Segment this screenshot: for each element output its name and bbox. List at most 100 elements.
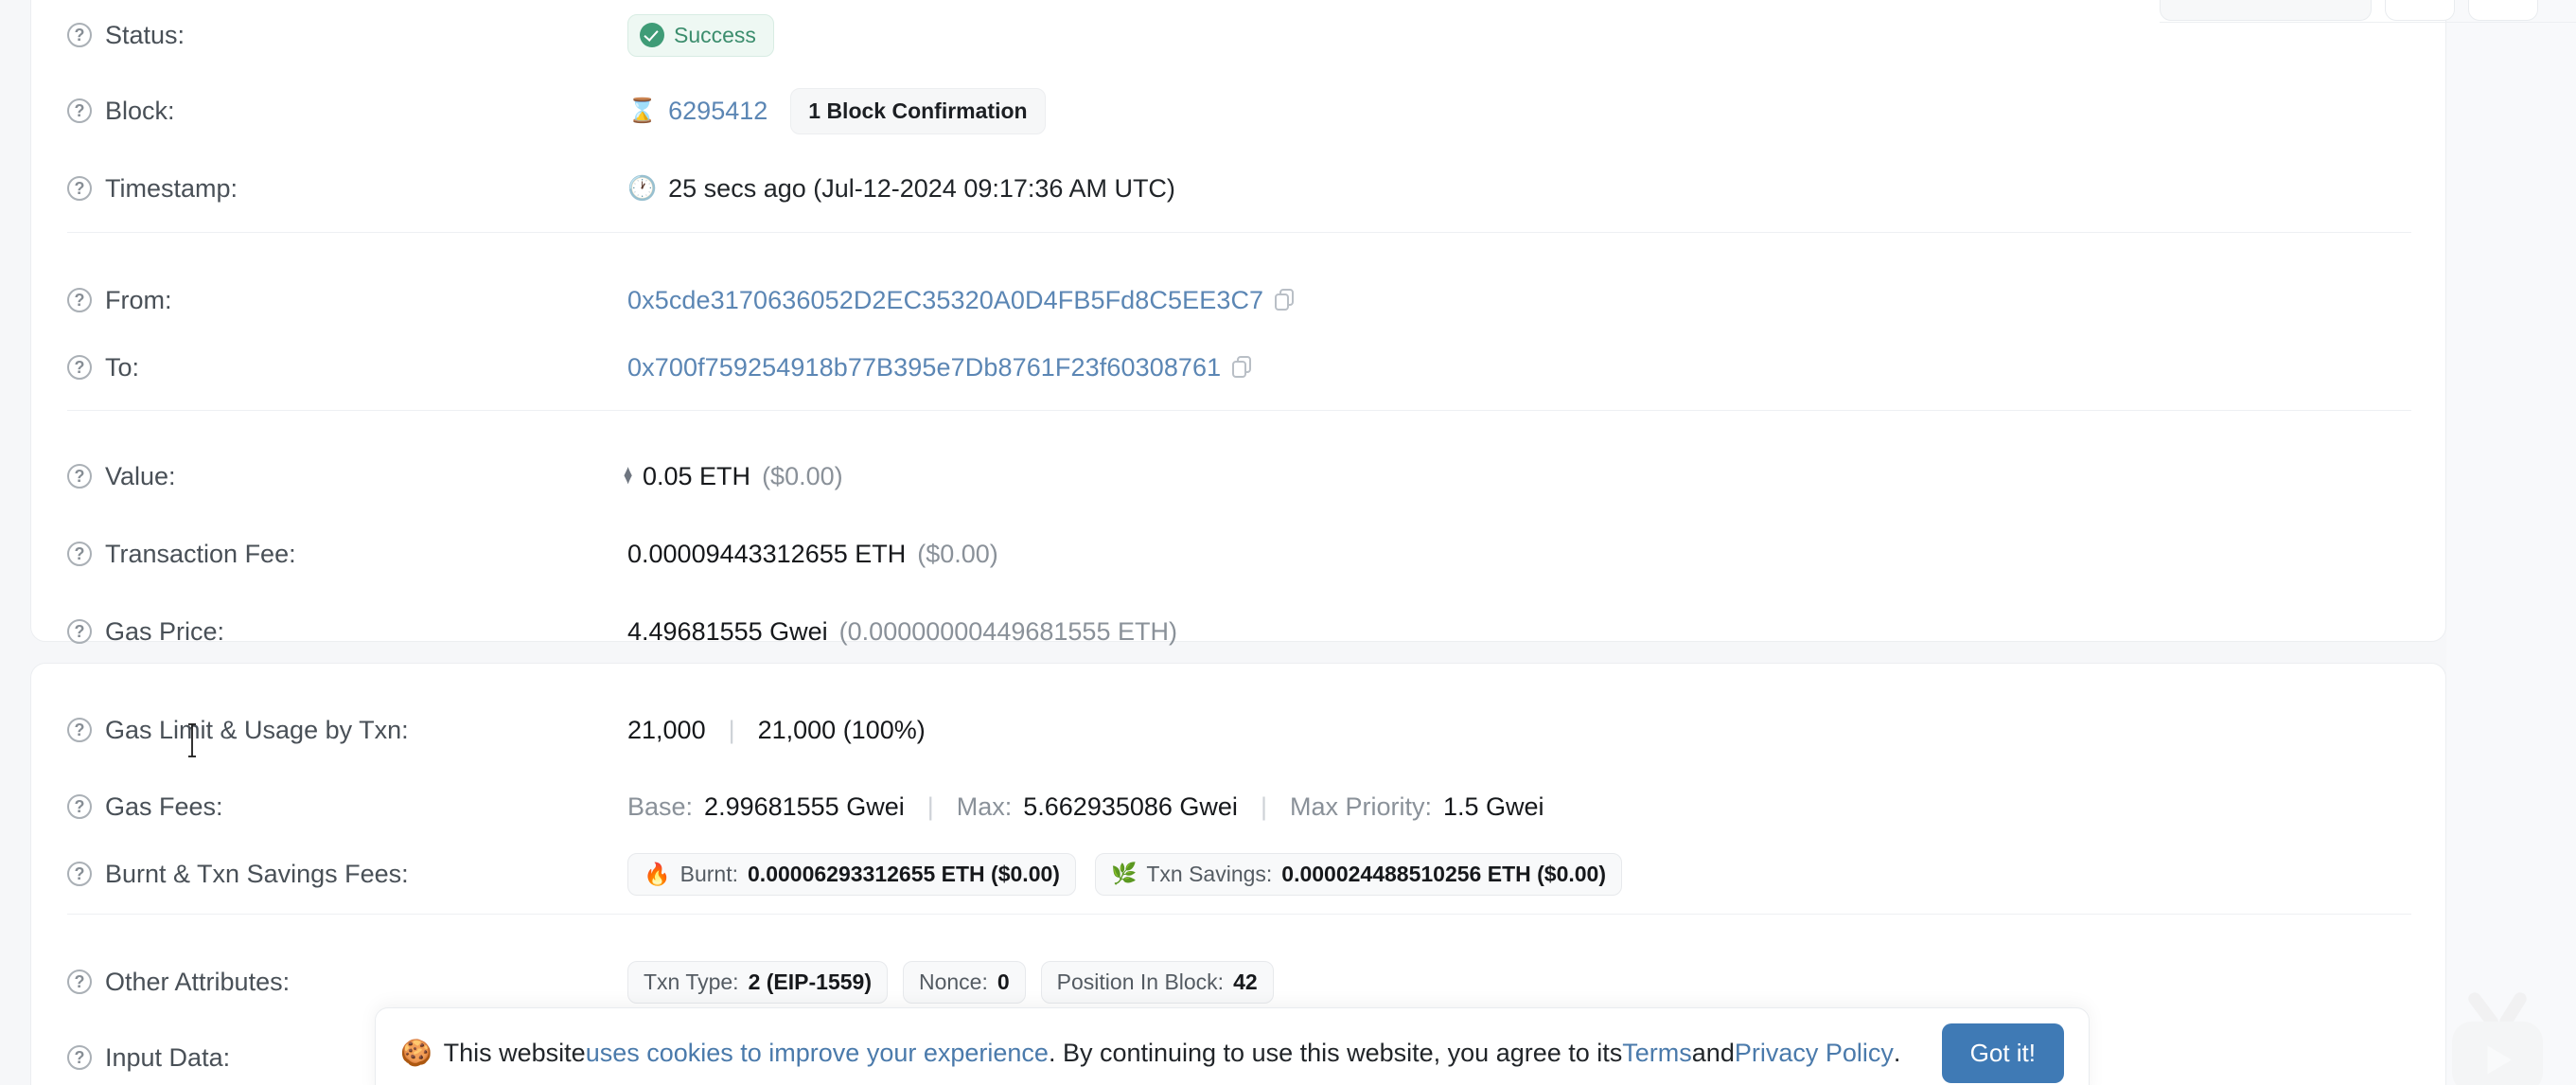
got-it-button[interactable]: Got it! [1941, 1023, 2064, 1083]
chip-nonce-value: 0 [997, 969, 1010, 994]
label-gas-limit: ? Gas Limit & Usage by Txn: [31, 716, 627, 745]
help-icon[interactable]: ? [67, 862, 92, 886]
row-gas-price: ? Gas Price: 4.49681555 Gwei (0.00000000… [31, 597, 2445, 666]
label-gas-price-text: Gas Price: [105, 616, 225, 646]
cookie-policy-link[interactable]: uses cookies to improve your experience [586, 1039, 1049, 1068]
label-transaction-fee: ? Transaction Fee: [31, 540, 627, 569]
hourglass-icon: ⌛ [627, 97, 658, 124]
block-number-link[interactable]: 6295412 [668, 97, 768, 126]
timestamp-text: 25 secs ago (Jul-12-2024 09:17:36 AM UTC… [668, 173, 1175, 203]
copy-icon[interactable] [1232, 356, 1253, 379]
label-value: ? Value: [31, 462, 627, 491]
header-chip-group [2160, 0, 2538, 21]
gas-fees-max-value: 5.662935086 Gwei [1023, 792, 1238, 821]
label-value-text: Value: [105, 461, 176, 490]
txn-savings-label: Txn Savings: [1146, 861, 1273, 886]
transaction-details-page: ? Status: Success ? Block: ⌛ 6295412 1 B… [0, 0, 2576, 1085]
label-from-text: From: [105, 285, 172, 314]
row-other-attributes: ? Other Attributes: Txn Type: 2 (EIP-155… [31, 948, 2445, 1016]
terms-link[interactable]: Terms [1622, 1039, 1692, 1068]
page-background-right-rail [2446, 0, 2576, 1085]
privacy-policy-link[interactable]: Privacy Policy [1735, 1039, 1894, 1068]
header-chip-wide[interactable] [2160, 0, 2372, 21]
header-chip-small-2[interactable] [2468, 0, 2538, 21]
divider-3 [67, 914, 2411, 915]
help-icon[interactable]: ? [67, 1045, 92, 1070]
row-block: ? Block: ⌛ 6295412 1 Block Confirmation [31, 77, 2445, 145]
label-status-text: Status: [105, 20, 185, 49]
row-gas-limit: ? Gas Limit & Usage by Txn: 21,000 | 21,… [31, 696, 2445, 764]
label-gas-limit-text: Gas Limit & Usage by Txn: [105, 715, 409, 744]
cookie-icon: 🍪 [400, 1039, 432, 1067]
help-icon[interactable]: ? [67, 23, 92, 47]
block-confirmation-badge: 1 Block Confirmation [790, 87, 1046, 134]
value-gas-limit: 21,000 | 21,000 (100%) [627, 716, 926, 745]
divider-2 [67, 410, 2411, 411]
help-icon[interactable]: ? [67, 355, 92, 380]
chip-txn-type-label: Txn Type: [644, 969, 739, 994]
value-from: 0x5cde3170636052D2EC35320A0D4FB5Fd8C5EE3… [627, 286, 1296, 315]
label-to: ? To: [31, 353, 627, 382]
help-icon[interactable]: ? [67, 98, 92, 123]
burnt-fee-badge: 🔥 Burnt: 0.00006293312655 ETH ($0.00) [627, 852, 1076, 896]
video-widget-icon[interactable] [2426, 985, 2568, 1085]
label-from: ? From: [31, 286, 627, 315]
gas-limit-separator: | [728, 715, 735, 744]
value-gas-fees: Base: 2.99681555 Gwei | Max: 5.662935086… [627, 792, 1544, 822]
transaction-fee-fiat: ($0.00) [917, 539, 998, 568]
gas-fees-separator-1: | [926, 792, 934, 821]
row-from: ? From: 0x5cde3170636052D2EC35320A0D4FB5… [31, 266, 2445, 334]
header-bottom-border [2160, 22, 2576, 23]
value-fiat: ($0.00) [762, 461, 843, 490]
value-transaction-fee: 0.00009443312655 ETH ($0.00) [627, 540, 998, 569]
value-status: Success [627, 13, 774, 57]
help-icon[interactable]: ? [67, 542, 92, 566]
cookie-text-4: . [1893, 1038, 1901, 1067]
gas-fees-base-value: 2.99681555 Gwei [704, 792, 905, 821]
from-address-link[interactable]: 0x5cde3170636052D2EC35320A0D4FB5Fd8C5EE3… [627, 286, 1263, 315]
label-burnt-savings: ? Burnt & Txn Savings Fees: [31, 860, 627, 889]
transaction-overview-card: ? Status: Success ? Block: ⌛ 6295412 1 B… [30, 0, 2446, 646]
chip-nonce-label: Nonce: [918, 969, 988, 994]
gas-fees-base-label: Base: [627, 792, 694, 821]
chip-position-in-block-value: 42 [1233, 969, 1258, 994]
divider-1 [67, 232, 2411, 233]
header-chip-small-1[interactable] [2385, 0, 2455, 21]
status-badge: Success [627, 13, 774, 57]
label-block: ? Block: [31, 97, 627, 126]
row-value: ? Value: 0.05 ETH ($0.00) [31, 442, 2445, 510]
status-badge-label: Success [674, 22, 756, 47]
cookie-text-1: This website [443, 1038, 586, 1067]
help-icon[interactable]: ? [67, 176, 92, 201]
value-gas-price: 4.49681555 Gwei (0.00000000449681555 ETH… [627, 617, 1177, 647]
value-other-attributes: Txn Type: 2 (EIP-1559) Nonce: 0 Position… [627, 960, 1274, 1004]
gas-limit-amount: 21,000 [627, 715, 706, 744]
value-amount: 0.05 ETH [643, 461, 751, 490]
clock-icon: 🕐 [627, 174, 658, 202]
to-address-link[interactable]: 0x700f759254918b77B395e7Db8761F23f603087… [627, 353, 1221, 382]
burnt-fee-label: Burnt: [679, 861, 739, 886]
gas-price-amount: 4.49681555 Gwei [627, 616, 828, 646]
gas-fees-priority-label: Max Priority: [1289, 792, 1432, 821]
help-icon[interactable]: ? [67, 794, 92, 819]
cookie-text-2: . By continuing to use this website, you… [1048, 1038, 1623, 1067]
help-icon[interactable]: ? [67, 464, 92, 489]
help-icon[interactable]: ? [67, 718, 92, 742]
chip-txn-type-value: 2 (EIP-1559) [748, 969, 872, 994]
row-burnt-savings: ? Burnt & Txn Savings Fees: 🔥 Burnt: 0.0… [31, 840, 2445, 908]
gas-price-eth: (0.00000000449681555 ETH) [838, 616, 1177, 646]
help-icon[interactable]: ? [67, 288, 92, 312]
gas-fees-separator-2: | [1260, 792, 1267, 821]
chip-nonce: Nonce: 0 [902, 960, 1026, 1004]
label-timestamp-text: Timestamp: [105, 173, 238, 203]
row-status: ? Status: Success [31, 1, 2445, 69]
value-to: 0x700f759254918b77B395e7Db8761F23f603087… [627, 353, 1253, 382]
help-icon[interactable]: ? [67, 969, 92, 994]
label-block-text: Block: [105, 96, 175, 125]
row-transaction-fee: ? Transaction Fee: 0.00009443312655 ETH … [31, 520, 2445, 588]
label-burnt-savings-text: Burnt & Txn Savings Fees: [105, 859, 409, 888]
copy-icon[interactable] [1275, 289, 1296, 311]
value-timestamp: 🕐 25 secs ago (Jul-12-2024 09:17:36 AM U… [627, 174, 1175, 204]
gas-fees-priority-value: 1.5 Gwei [1442, 792, 1544, 821]
help-icon[interactable]: ? [67, 619, 92, 644]
